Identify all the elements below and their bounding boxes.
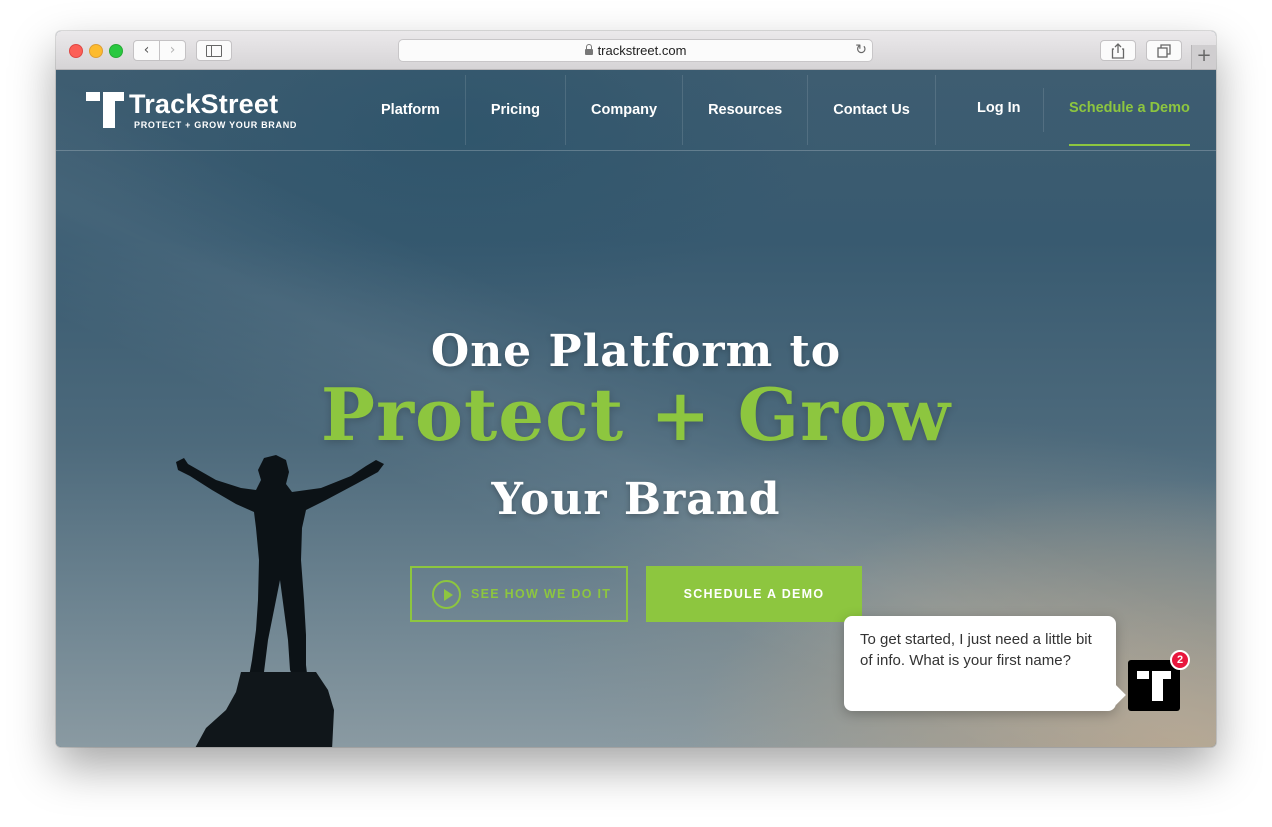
zoom-window-button[interactable] <box>109 44 123 58</box>
chat-message-bubble[interactable]: To get started, I just need a little bit… <box>844 616 1116 711</box>
page-viewport: TrackStreet PROTECT + GROW YOUR BRAND Pl… <box>56 70 1216 747</box>
schedule-demo-label: SCHEDULE A DEMO <box>683 587 825 601</box>
nav-item-resources[interactable]: Resources <box>683 75 809 145</box>
chat-message-text: To get started, I just need a little bit… <box>860 631 1092 669</box>
reload-icon[interactable]: ↻ <box>855 42 867 58</box>
schedule-demo-nav-link[interactable]: Schedule a Demo <box>1069 100 1190 146</box>
nav-divider <box>1043 88 1044 132</box>
lock-icon <box>584 44 593 55</box>
back-icon[interactable]: ‹ <box>134 41 159 60</box>
hero-headline-line3: Your Brand <box>491 474 781 525</box>
plus-icon: + <box>1196 45 1212 66</box>
nav-item-platform[interactable]: Platform <box>356 75 466 145</box>
login-link[interactable]: Log In <box>977 100 1021 116</box>
person-silhouette-image <box>176 455 384 747</box>
chat-launcher-button[interactable] <box>1128 660 1180 711</box>
sidebar-icon <box>206 44 222 57</box>
tabs-icon <box>1157 43 1171 58</box>
forward-icon[interactable]: › <box>160 41 185 60</box>
logo-wordmark: TrackStreet <box>129 89 279 119</box>
logo-tagline: PROTECT + GROW YOUR BRAND <box>134 120 298 130</box>
nav-item-company[interactable]: Company <box>566 75 684 145</box>
browser-toolbar: ‹ › trackstreet.com ↻ + <box>56 31 1216 70</box>
see-how-we-do-it-button[interactable]: SEE HOW WE DO IT <box>410 566 628 622</box>
nav-item-contact-us[interactable]: Contact Us <box>808 75 936 145</box>
address-bar[interactable]: trackstreet.com ↻ <box>398 39 873 62</box>
hero-headline-line1: One Platform to <box>430 326 842 377</box>
site-header: TrackStreet PROTECT + GROW YOUR BRAND Pl… <box>56 70 1216 151</box>
url-text: trackstreet.com <box>597 43 687 58</box>
see-how-label: SEE HOW WE DO IT <box>471 587 612 601</box>
main-nav: Platform Pricing Company Resources Conta… <box>356 70 936 150</box>
minimize-window-button[interactable] <box>89 44 103 58</box>
show-tabs-button[interactable] <box>1146 40 1182 61</box>
share-button[interactable] <box>1100 40 1136 61</box>
schedule-demo-button[interactable]: SCHEDULE A DEMO <box>646 566 862 622</box>
share-icon <box>1111 42 1125 59</box>
history-nav-group: ‹ › <box>133 40 186 61</box>
new-tab-button[interactable]: + <box>1191 45 1216 69</box>
nav-item-pricing[interactable]: Pricing <box>466 75 566 145</box>
sidebar-toggle-button[interactable] <box>196 40 232 61</box>
trackstreet-logo[interactable]: TrackStreet PROTECT + GROW YOUR BRAND <box>86 89 306 132</box>
hero-headline-line2: Protect + Grow <box>320 372 952 457</box>
trackstreet-logo-icon <box>86 92 124 128</box>
play-icon <box>432 579 461 609</box>
close-window-button[interactable] <box>69 44 83 58</box>
trackstreet-logo-icon <box>1137 671 1171 701</box>
browser-window: ‹ › trackstreet.com ↻ + TrackStreet PROT… <box>56 31 1216 747</box>
chat-notification-badge: 2 <box>1170 650 1190 670</box>
